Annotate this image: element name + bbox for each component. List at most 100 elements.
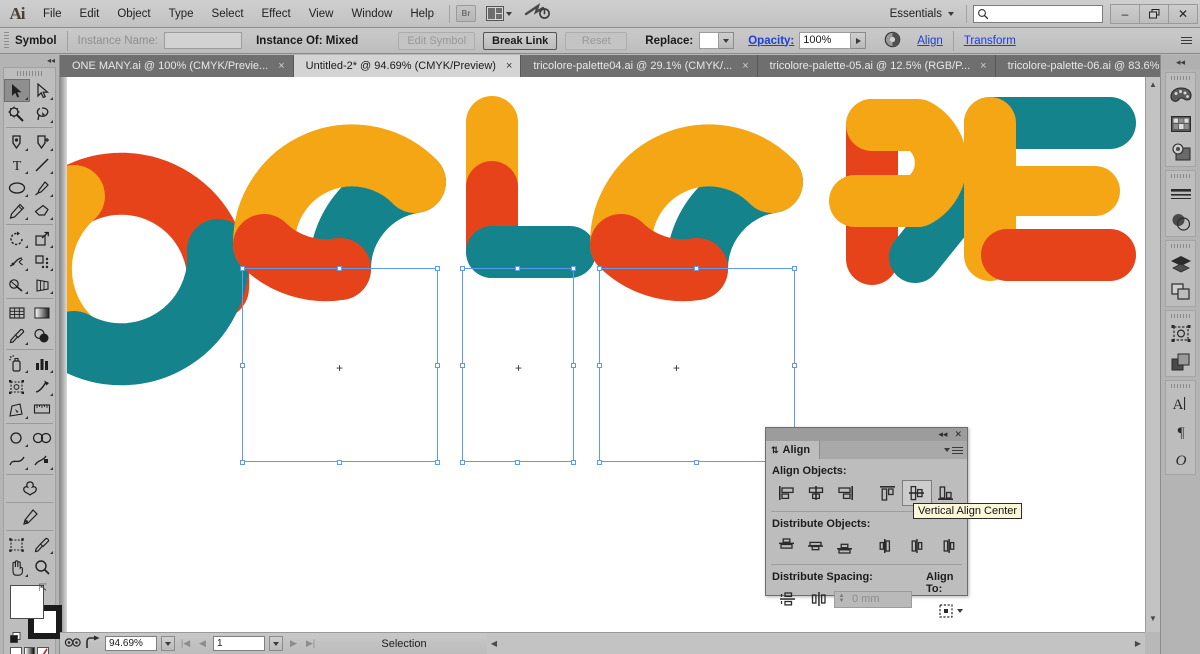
- free-transform-tool[interactable]: [30, 250, 56, 273]
- selection-handle[interactable]: [571, 266, 576, 271]
- document-tab[interactable]: tricolore-palette04.ai @ 29.1% (CMYK/...…: [521, 55, 758, 77]
- horizontal-distribute-space-button[interactable]: [803, 586, 834, 612]
- swap-fill-stroke-icon[interactable]: ⇱: [39, 583, 47, 594]
- spacing-value[interactable]: 0 mm: [848, 593, 911, 605]
- panel-menu-icon[interactable]: [1181, 37, 1192, 44]
- close-icon[interactable]: ×: [980, 60, 986, 72]
- dock-grip[interactable]: [1166, 171, 1195, 180]
- line-segment-tool[interactable]: [30, 153, 56, 176]
- selection-handle[interactable]: [435, 266, 440, 271]
- collapse-dock-icon[interactable]: ◂◂: [1161, 55, 1200, 69]
- horizontal-distribute-left-button[interactable]: [873, 533, 902, 559]
- artboard-number-input[interactable]: 1: [213, 636, 265, 651]
- mesh-tool[interactable]: [4, 301, 30, 324]
- opacity-flyout-icon[interactable]: [851, 32, 867, 49]
- symbol-shifter-tool[interactable]: [4, 477, 55, 500]
- vertical-distribute-bottom-button[interactable]: [831, 533, 860, 559]
- replace-symbol-dropdown[interactable]: [699, 32, 735, 49]
- workspace-switcher[interactable]: Essentials: [890, 8, 954, 20]
- selection-handle[interactable]: [337, 460, 342, 465]
- slice-tool[interactable]: [30, 375, 56, 398]
- selection-handle[interactable]: [460, 363, 465, 368]
- artboards-panel-icon[interactable]: [1166, 278, 1195, 306]
- blob-brush-tool[interactable]: [4, 505, 55, 528]
- horizontal-distribute-center-button[interactable]: [902, 533, 931, 559]
- panel-menu-icon[interactable]: [952, 446, 963, 454]
- view-tool[interactable]: [30, 426, 56, 449]
- eyedropper-tool[interactable]: [4, 324, 30, 347]
- scroll-down-icon[interactable]: ▼: [1146, 611, 1160, 625]
- selection-handle[interactable]: [694, 266, 699, 271]
- gradient-icon[interactable]: [23, 647, 36, 654]
- swatches-panel-icon[interactable]: [1166, 110, 1195, 138]
- horizontal-scrollbar[interactable]: ◀ ▶: [487, 632, 1145, 654]
- direct-selection-tool[interactable]: [30, 79, 56, 102]
- control-bar-grip[interactable]: [4, 31, 9, 50]
- eyedropper-tool-2[interactable]: [30, 533, 56, 556]
- collapse-panel-icon[interactable]: ◂◂: [0, 55, 59, 65]
- zoom-dropdown-icon[interactable]: [161, 636, 175, 651]
- magic-wand-tool[interactable]: [4, 102, 30, 125]
- stepper-arrows-icon[interactable]: ▲ ▼: [835, 592, 848, 607]
- artboard-options-icon[interactable]: [64, 636, 82, 652]
- tab-align[interactable]: ⇅ Align: [766, 441, 821, 459]
- selection-handle[interactable]: [435, 460, 440, 465]
- recolor-artwork-icon[interactable]: [884, 31, 901, 51]
- document-tab[interactable]: ONE MANY.ai @ 100% (CMYK/Previe... ×: [60, 55, 294, 77]
- share-on-behance-icon[interactable]: [86, 635, 101, 652]
- eraser-tool[interactable]: [30, 199, 56, 222]
- lasso-tool[interactable]: [30, 102, 56, 125]
- glyphs-panel-icon[interactable]: O: [1166, 446, 1195, 474]
- scale-tool[interactable]: [30, 227, 56, 250]
- transparency-panel-icon[interactable]: [1166, 208, 1195, 236]
- perspective-grid-tool[interactable]: [30, 273, 56, 296]
- crop-tool[interactable]: [4, 533, 30, 556]
- selection-handle[interactable]: [597, 266, 602, 271]
- selection-handle[interactable]: [792, 266, 797, 271]
- selection-handle[interactable]: [694, 460, 699, 465]
- color-panel-icon[interactable]: [1166, 82, 1195, 110]
- color-guide-panel-icon[interactable]: [1166, 138, 1195, 166]
- layers-panel-icon[interactable]: [1166, 250, 1195, 278]
- search-input[interactable]: [973, 4, 1103, 23]
- width-tool[interactable]: [4, 250, 30, 273]
- horizontal-align-center-button[interactable]: [801, 480, 830, 506]
- last-artboard-icon[interactable]: ▶|: [304, 638, 317, 649]
- selection-handle[interactable]: [571, 460, 576, 465]
- document-tab[interactable]: tricolore-palette-05.ai @ 12.5% (RGB/P..…: [757, 55, 996, 77]
- zoom-level-input[interactable]: 94.69%: [105, 636, 157, 651]
- adobe-stock-icon[interactable]: [524, 3, 550, 24]
- color-swatch-icon[interactable]: [10, 647, 22, 654]
- selection-handle[interactable]: [597, 363, 602, 368]
- panel-menu-caret-icon[interactable]: [944, 448, 950, 452]
- brushes-panel-icon[interactable]: [1166, 348, 1195, 376]
- menu-effect[interactable]: Effect: [253, 5, 300, 23]
- horizontal-align-left-button[interactable]: [772, 480, 801, 506]
- default-fill-stroke-icon[interactable]: [10, 632, 21, 643]
- document-tab-active[interactable]: Untitled-2* @ 94.69% (CMYK/Preview) ×: [293, 55, 522, 77]
- selection-handle[interactable]: [460, 266, 465, 271]
- restore-button[interactable]: [1139, 3, 1169, 24]
- close-icon[interactable]: ✕: [954, 429, 962, 440]
- selection-handle[interactable]: [240, 266, 245, 271]
- pencil-tool[interactable]: [4, 199, 30, 222]
- edit-symbol-button[interactable]: Edit Symbol: [398, 31, 476, 50]
- character-panel-icon[interactable]: A: [1166, 390, 1195, 418]
- blend-tool[interactable]: [30, 324, 56, 347]
- hand-tool[interactable]: [4, 556, 30, 579]
- close-icon[interactable]: ×: [742, 60, 748, 72]
- perspective-selection-tool[interactable]: [4, 398, 30, 421]
- menu-edit[interactable]: Edit: [71, 5, 109, 23]
- tools-grip[interactable]: [4, 68, 55, 79]
- opacity-control[interactable]: 100%: [799, 32, 867, 49]
- close-button[interactable]: ✕: [1168, 3, 1198, 24]
- symbols-panel-icon[interactable]: [1166, 320, 1195, 348]
- transform-link[interactable]: Transform: [964, 35, 1016, 47]
- selection-handle[interactable]: [460, 460, 465, 465]
- selection-handle[interactable]: [515, 460, 520, 465]
- selection-handle[interactable]: [240, 363, 245, 368]
- symbol-sprayer-tool[interactable]: [4, 352, 30, 375]
- scroll-left-icon[interactable]: ◀: [487, 633, 501, 654]
- horizontal-align-right-button[interactable]: [831, 480, 860, 506]
- dock-grip[interactable]: [1166, 73, 1195, 82]
